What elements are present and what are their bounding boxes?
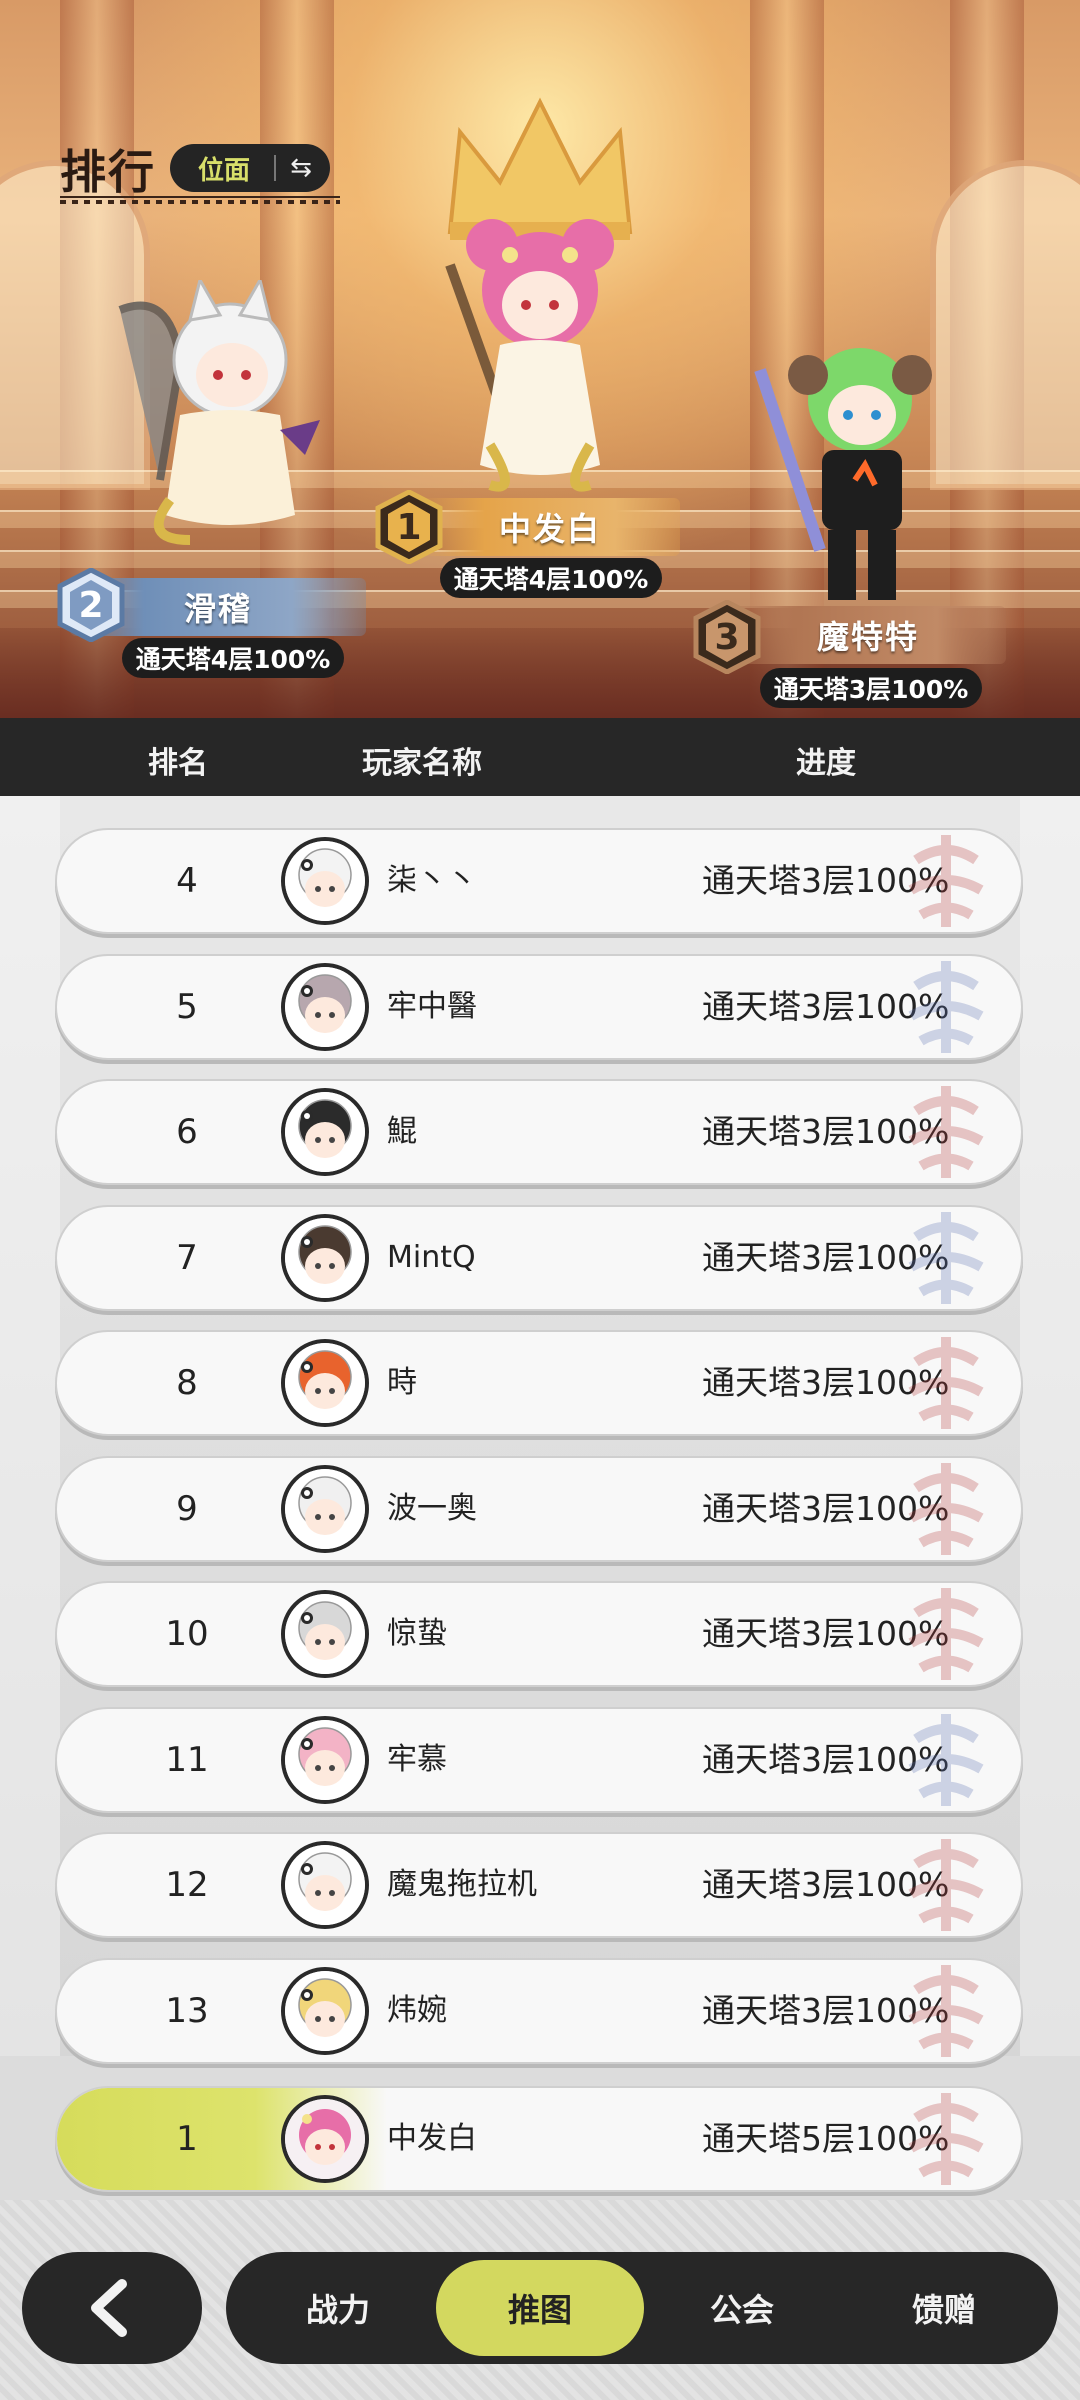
my-rank-number: 1	[176, 2119, 198, 2159]
col-progress-header: 进度	[796, 746, 856, 781]
rank3-name-plate[interactable]: 魔特特	[730, 606, 1006, 664]
row-rank-number: 5	[176, 986, 198, 1027]
row-rank-number: 6	[176, 1112, 198, 1152]
col-rank-header: 排名	[148, 746, 208, 781]
podium-banner: 排行 位面 ⇆ 中发白 1 通天塔4层100% 滑稽 2 通天塔4层100% 魔…	[0, 0, 1080, 718]
ranking-row[interactable]: 10 惊蛰 通天塔3层100%	[55, 1581, 1023, 1687]
swap-icon: ⇆	[290, 153, 312, 183]
back-arrow-icon	[91, 2279, 127, 2337]
decor-window	[930, 160, 1080, 490]
player-avatar[interactable]	[281, 1590, 369, 1678]
faction-emblem-icon	[908, 1839, 984, 1931]
faction-emblem-icon	[908, 1337, 984, 1429]
my-rank-row[interactable]: 1 中发白 通天塔5层100%	[55, 2086, 1023, 2192]
switch-separator	[274, 155, 276, 181]
rank2-progress: 通天塔4层100%	[122, 638, 344, 678]
player-name: 波一奥	[387, 1490, 477, 1526]
decor-column	[0, 796, 60, 2056]
my-avatar[interactable]	[281, 2095, 369, 2183]
table-header: 排名 玩家名称 进度	[0, 718, 1080, 796]
title-underline	[60, 196, 340, 198]
faction-emblem-icon	[908, 1086, 984, 1178]
rank3-medal-icon: 3	[690, 600, 764, 674]
rank1-medal-icon: 1	[372, 490, 446, 564]
back-button[interactable]	[22, 2252, 202, 2364]
player-avatar[interactable]	[281, 1841, 369, 1929]
player-name: 牢慕	[387, 1741, 447, 1777]
row-rank-number: 7	[176, 1237, 198, 1278]
rank1-progress: 通天塔4层100%	[440, 558, 662, 598]
ranking-row[interactable]: 7 MintQ 通天塔3层100%	[55, 1204, 1023, 1311]
player-name: 柒丶丶	[387, 863, 477, 898]
row-rank-number: 10	[165, 1614, 209, 1654]
ranking-row[interactable]: 12 魔鬼拖拉机 通天塔3层100%	[55, 1832, 1023, 1938]
rank1-medal-number: 1	[396, 506, 422, 548]
row-rank-number: 9	[176, 1488, 198, 1529]
faction-emblem-icon	[908, 1713, 984, 1806]
faction-emblem-icon	[908, 1462, 984, 1555]
faction-emblem-icon	[908, 2093, 984, 2185]
tab-guild[interactable]: 公会	[638, 2260, 846, 2356]
rank2-name: 滑稽	[183, 590, 252, 628]
faction-emblem-icon	[908, 1964, 984, 2057]
player-name: MintQ	[387, 1239, 476, 1275]
player-name: 時	[387, 1365, 417, 1400]
faction-emblem-icon	[908, 835, 984, 927]
faction-emblem-icon	[908, 960, 984, 1053]
faction-emblem-icon	[908, 1211, 984, 1304]
rank3-character[interactable]	[740, 330, 950, 620]
rank3-medal-number: 3	[714, 616, 740, 658]
tab-progression[interactable]: 推图	[436, 2260, 644, 2356]
row-rank-number: 8	[176, 1363, 198, 1403]
ranking-row[interactable]: 6 鯤通天塔3层100%	[55, 1079, 1023, 1185]
player-name: 牢中醫	[387, 988, 477, 1024]
col-name-header: 玩家名称	[362, 746, 482, 781]
rank3-progress: 通天塔3层100%	[760, 668, 982, 708]
category-tab-bar: 战力 推图 公会 馈赠	[226, 2252, 1058, 2364]
player-name: 魔鬼拖拉机	[387, 1867, 537, 1902]
ranking-row[interactable]: 8 時通天塔3层100%	[55, 1330, 1023, 1436]
row-rank-number: 12	[165, 1865, 209, 1905]
page-title: 排行	[60, 145, 156, 199]
tab-power[interactable]: 战力	[234, 2260, 442, 2356]
rank1-name-plate[interactable]: 中发白	[420, 498, 680, 556]
player-avatar[interactable]	[281, 1715, 369, 1804]
player-avatar[interactable]	[281, 1339, 369, 1427]
rank3-name: 魔特特	[816, 618, 919, 656]
tab-gifts[interactable]: 馈赠	[840, 2260, 1048, 2356]
decor-column	[1020, 796, 1080, 2056]
player-name: 惊蛰	[387, 1616, 447, 1651]
rank2-medal-icon: 2	[54, 568, 128, 642]
player-avatar[interactable]	[281, 1088, 369, 1176]
my-player-name: 中发白	[387, 2121, 477, 2156]
plane-switch-button[interactable]: 位面 ⇆	[170, 144, 330, 192]
player-avatar[interactable]	[281, 962, 369, 1051]
rank1-character[interactable]	[430, 205, 650, 505]
faction-emblem-icon	[908, 1588, 984, 1680]
row-rank-number: 4	[176, 861, 198, 901]
player-avatar[interactable]	[281, 1966, 369, 2055]
row-rank-number: 13	[165, 1990, 209, 2031]
row-rank-number: 11	[165, 1739, 209, 1780]
ranking-row[interactable]: 4 柒丶丶 通天塔3层100%	[55, 828, 1023, 934]
rank1-name: 中发白	[498, 510, 601, 548]
ranking-row[interactable]: 13 炜婉 通天塔3层100%	[55, 1957, 1023, 2064]
player-avatar[interactable]	[281, 1464, 369, 1553]
ranking-row[interactable]: 9 波一奥 通天塔3层100%	[55, 1455, 1023, 1562]
rank2-character[interactable]	[110, 280, 330, 570]
switch-label: 位面	[197, 155, 250, 186]
ranking-row[interactable]: 5 牢中醫 通天塔3层100%	[55, 953, 1023, 1060]
player-avatar[interactable]	[281, 1213, 369, 1302]
title-dots	[60, 200, 340, 204]
rank2-medal-number: 2	[78, 584, 104, 626]
player-avatar[interactable]	[281, 837, 369, 925]
player-name: 炜婉	[387, 1992, 447, 2028]
ranking-row[interactable]: 11 牢慕 通天塔3层100%	[55, 1706, 1023, 1813]
player-name: 鯤	[387, 1114, 417, 1149]
